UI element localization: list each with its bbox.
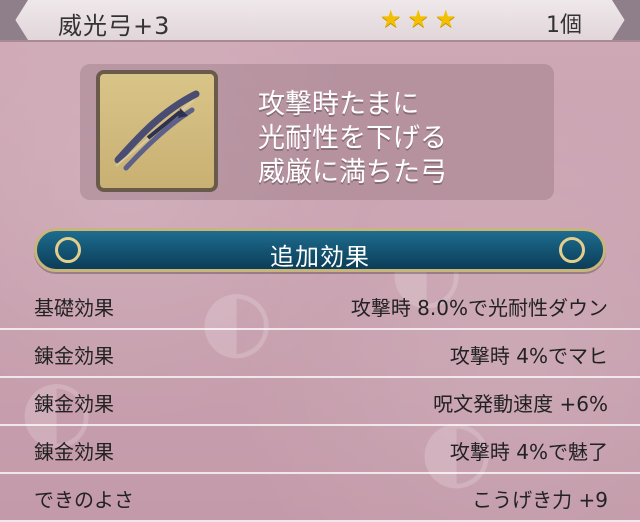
effects-list: 基礎効果 攻撃時 8.0%で光耐性ダウン 錬金効果 攻撃時 4%でマヒ 錬金効果…	[0, 282, 640, 522]
effect-label: できのよさ	[34, 488, 134, 512]
effect-row: 基礎効果 攻撃時 8.0%で光耐性ダウン	[0, 282, 640, 330]
effect-row: 錬金効果 呪文発動速度 +6%	[0, 378, 640, 426]
effect-row: 錬金効果 攻撃時 4%でマヒ	[0, 330, 640, 378]
effect-label: 錬金効果	[34, 344, 114, 368]
description-line: 光耐性を下げる	[258, 123, 447, 154]
section-title: 追加効果	[270, 243, 370, 271]
description-line: 攻撃時たまに	[258, 89, 420, 120]
description-line: 威厳に満ちた弓	[258, 157, 447, 188]
effect-value: こうげき力 +9	[472, 488, 608, 512]
effect-label: 基礎効果	[34, 296, 114, 320]
star-icon: ★	[435, 5, 457, 33]
header-left-ornament	[0, 0, 28, 40]
rarity-stars: ★ ★ ★	[380, 7, 457, 31]
item-quantity: 1個	[546, 13, 582, 38]
item-icon-frame	[96, 70, 218, 192]
effect-label: 錬金効果	[34, 392, 114, 416]
bow-icon	[114, 90, 200, 171]
item-name: 威光弓+3	[58, 12, 171, 40]
star-icon: ★	[407, 5, 430, 33]
effect-value: 攻撃時 4%でマヒ	[449, 344, 608, 368]
effect-value: 攻撃時 8.0%で光耐性ダウン	[350, 296, 608, 320]
effect-row: 錬金効果 攻撃時 4%で魅了	[0, 426, 640, 474]
effect-value: 呪文発動速度 +6%	[433, 392, 608, 416]
star-icon: ★	[380, 5, 402, 33]
item-header: 威光弓+3 ★ ★ ★ 1個	[0, 0, 640, 42]
item-description: 攻撃時たまに 光耐性を下げる 威厳に満ちた弓	[258, 88, 447, 190]
header-right-ornament	[612, 0, 640, 40]
effect-row: できのよさ こうげき力 +9	[0, 474, 640, 522]
effect-label: 錬金効果	[34, 440, 114, 464]
additional-effects-header: 追加効果	[34, 228, 606, 272]
effect-value: 攻撃時 4%で魅了	[449, 440, 608, 464]
